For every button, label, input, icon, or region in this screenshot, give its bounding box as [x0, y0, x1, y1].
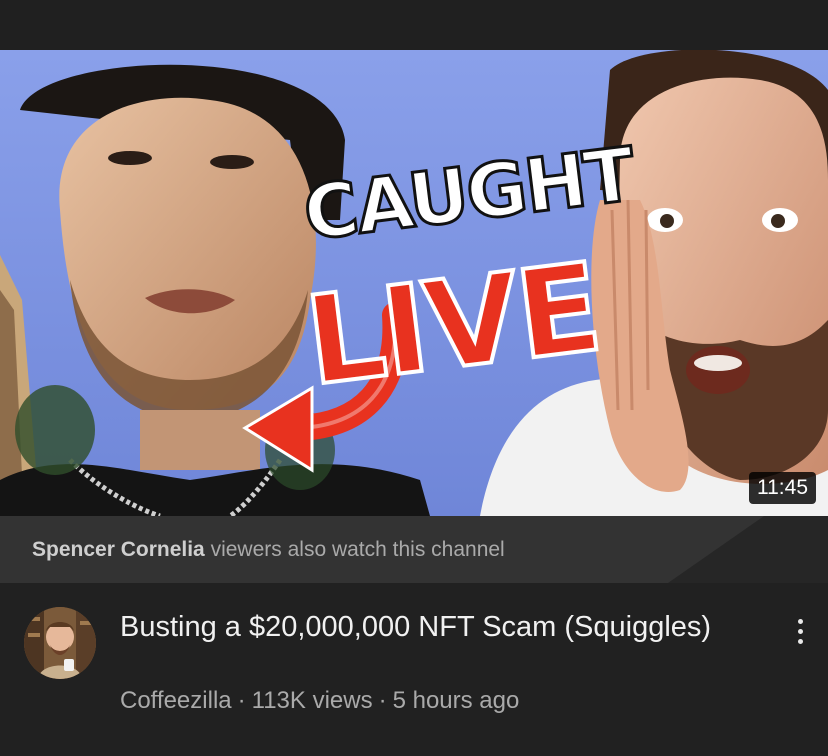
more-vertical-icon[interactable]: [786, 611, 814, 651]
video-info: Busting a $20,000,000 NFT Scam (Squiggle…: [0, 583, 828, 756]
upload-age: 5 hours ago: [392, 687, 520, 714]
meta-separator: ·: [378, 687, 387, 714]
meta-separator: ·: [237, 687, 246, 714]
channel-avatar[interactable]: [24, 607, 96, 679]
channel-suggestion-banner[interactable]: Spencer Cornelia viewers also watch this…: [0, 516, 828, 583]
video-title[interactable]: Busting a $20,000,000 NFT Scam (Squiggle…: [120, 609, 740, 646]
avatar-image: [24, 607, 96, 679]
banner-channel-name[interactable]: Spencer Cornelia: [32, 538, 205, 561]
video-meta: Coffeezilla · 113K views · 5 hours ago: [120, 687, 519, 715]
more-dot: [797, 628, 803, 634]
more-dot: [797, 618, 803, 624]
more-dot: [797, 638, 803, 644]
banner-text: Spencer Cornelia viewers also watch this…: [32, 538, 505, 562]
duration-badge: 11:45: [749, 472, 816, 504]
banner-decoration: [668, 516, 828, 583]
view-count: 113K views: [251, 687, 373, 714]
banner-message: viewers also watch this channel: [210, 538, 505, 561]
video-thumbnail[interactable]: CAUGHT LIVE: [0, 50, 828, 516]
channel-name[interactable]: Coffeezilla: [120, 687, 232, 714]
top-bar: [0, 0, 828, 50]
thumbnail-text-live: LIVE: [297, 234, 609, 415]
